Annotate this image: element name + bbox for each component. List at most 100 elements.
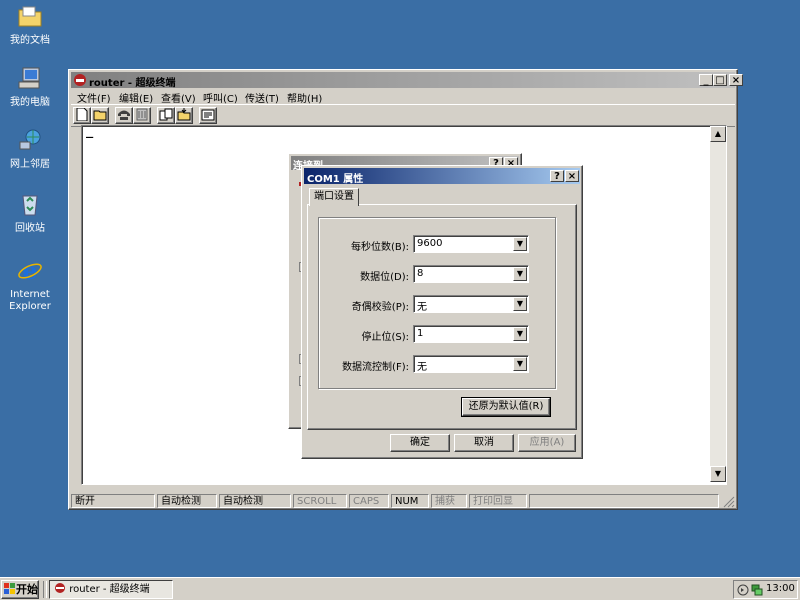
- dropdown-arrow-icon[interactable]: ▼: [513, 267, 527, 281]
- disconnect-icon: [136, 108, 148, 121]
- bits-per-second-select[interactable]: 9600 ▼: [413, 235, 529, 253]
- properties-icon: [201, 109, 215, 121]
- windows-logo-icon: [4, 583, 15, 594]
- window-title: router - 超级终端: [89, 78, 176, 89]
- status-bar: 断开 自动检测 自动检测 SCROLL CAPS NUM 捕获 打印回显: [71, 492, 735, 509]
- status-capture: 捕获: [431, 494, 467, 508]
- bits-per-second-value: 9600: [417, 238, 443, 249]
- disconnect-button[interactable]: [133, 107, 151, 124]
- resize-grip-icon[interactable]: [723, 496, 735, 508]
- minimize-button[interactable]: _: [699, 74, 713, 86]
- desktop-icon-label: Internet Explorer: [9, 289, 51, 312]
- internet-explorer-icon: e: [18, 256, 42, 285]
- call-button[interactable]: [115, 107, 133, 124]
- taskbar-task-hyperterminal[interactable]: router - 超级终端: [49, 580, 173, 599]
- send-button[interactable]: [157, 107, 175, 124]
- com1-title: COM1 属性: [307, 174, 364, 185]
- folder-icon: [18, 6, 42, 27]
- computer-icon: [18, 67, 40, 89]
- data-bits-value: 8: [417, 268, 424, 279]
- clock: 13:00: [766, 583, 795, 594]
- flow-control-value: 无: [417, 362, 427, 373]
- call-icon: [118, 110, 130, 120]
- maximize-button[interactable]: □: [713, 74, 727, 86]
- scroll-down-button[interactable]: ▼: [710, 466, 726, 482]
- menu-view[interactable]: 查看(V): [161, 90, 196, 105]
- stop-bits-value: 1: [417, 328, 424, 339]
- dropdown-arrow-icon[interactable]: ▼: [513, 237, 527, 251]
- close-button[interactable]: ×: [729, 74, 743, 86]
- open-button[interactable]: [91, 107, 109, 124]
- close-button[interactable]: ×: [565, 170, 579, 182]
- dropdown-arrow-icon[interactable]: ▼: [513, 357, 527, 371]
- phone-icon: [55, 583, 65, 593]
- settings-group: 每秒位数(B): 9600 ▼ 数据位(D): 8 ▼ 奇偶校验(P): 无 ▼ 停止…: [318, 217, 556, 389]
- desktop-icon-my-computer[interactable]: 我的电脑: [0, 66, 60, 109]
- task-label: router - 超级终端: [69, 584, 150, 595]
- new-connection-button[interactable]: [73, 107, 91, 124]
- status-empty: [529, 494, 719, 508]
- data-bits-label: 数据位(D):: [360, 272, 409, 283]
- help-button[interactable]: ?: [550, 170, 564, 182]
- desktop-icon-label: 我的电脑: [10, 97, 50, 108]
- status-autodetect-2: 自动检测: [219, 494, 291, 508]
- menu-transfer[interactable]: 传送(T): [245, 90, 279, 105]
- bits-per-second-label: 每秒位数(B):: [350, 242, 409, 253]
- window-titlebar[interactable]: router - 超级终端 _ □ ×: [71, 72, 743, 89]
- vertical-scrollbar[interactable]: ▲ ▼: [710, 126, 726, 482]
- tab-port-settings[interactable]: 端口设置: [309, 188, 359, 206]
- desktop-icon-internet-explorer[interactable]: e Internet Explorer: [0, 256, 60, 313]
- cancel-button[interactable]: 取消: [454, 434, 514, 452]
- status-num: NUM: [391, 494, 429, 508]
- open-folder-icon: [93, 110, 107, 121]
- data-bits-select[interactable]: 8 ▼: [413, 265, 529, 283]
- desktop-icon-network[interactable]: 网上邻居: [0, 128, 60, 171]
- system-tray: 13:00: [733, 580, 798, 599]
- phone-icon: [74, 74, 86, 86]
- menu-edit[interactable]: 编辑(E): [119, 90, 153, 105]
- status-autodetect-1: 自动检测: [157, 494, 217, 508]
- desktop-icon-label: 网上邻居: [10, 159, 50, 170]
- ok-button[interactable]: 确定: [390, 434, 450, 452]
- flow-control-select[interactable]: 无 ▼: [413, 355, 529, 373]
- parity-value: 无: [417, 302, 427, 313]
- terminal-cursor: _: [86, 124, 94, 138]
- dropdown-arrow-icon[interactable]: ▼: [513, 327, 527, 341]
- com1-titlebar[interactable]: COM1 属性 ? ×: [304, 168, 580, 185]
- volume-icon[interactable]: [737, 583, 749, 596]
- status-print-echo: 打印回显: [469, 494, 527, 508]
- parity-label: 奇偶校验(P):: [351, 302, 409, 313]
- desktop-icon-recycle-bin[interactable]: 回收站: [0, 192, 60, 235]
- menu-file[interactable]: 文件(F): [77, 90, 111, 105]
- desktop-icon-my-documents[interactable]: 我的文档: [0, 4, 60, 47]
- desktop-icon-label: 我的文档: [10, 35, 50, 46]
- send-icon: [159, 108, 173, 121]
- status-connection: 断开: [71, 494, 155, 508]
- menu-help[interactable]: 帮助(H): [287, 90, 322, 105]
- receive-button[interactable]: [175, 107, 193, 124]
- apply-button[interactable]: 应用(A): [518, 434, 576, 452]
- desktop-icon-label: 回收站: [15, 223, 45, 234]
- menu-bar: 文件(F) 编辑(E) 查看(V) 呼叫(C) 传送(T) 帮助(H): [71, 88, 735, 105]
- network-icon: [19, 129, 41, 150]
- taskbar-divider: [43, 581, 47, 598]
- scroll-up-button[interactable]: ▲: [710, 126, 726, 142]
- flow-control-label: 数据流控制(F):: [342, 362, 409, 373]
- properties-button[interactable]: [199, 107, 217, 124]
- dropdown-arrow-icon[interactable]: ▼: [513, 297, 527, 311]
- network-status-icon[interactable]: [751, 583, 763, 596]
- tab-panel: 每秒位数(B): 9600 ▼ 数据位(D): 8 ▼ 奇偶校验(P): 无 ▼ 停止…: [307, 204, 577, 430]
- restore-defaults-button[interactable]: 还原为默认值(R): [462, 398, 550, 416]
- taskbar: 开始 router - 超级终端 13:00: [0, 577, 800, 600]
- receive-folder-icon: [177, 108, 191, 121]
- start-label: 开始: [16, 583, 38, 596]
- status-scroll: SCROLL: [293, 494, 347, 508]
- recycle-bin-icon: [22, 195, 38, 216]
- status-caps: CAPS: [349, 494, 389, 508]
- com1-properties-dialog: COM1 属性 ? × 端口设置 每秒位数(B): 9600 ▼ 数据位(D): …: [301, 165, 583, 459]
- stop-bits-select[interactable]: 1 ▼: [413, 325, 529, 343]
- start-button[interactable]: 开始: [1, 580, 39, 599]
- parity-select[interactable]: 无 ▼: [413, 295, 529, 313]
- stop-bits-label: 停止位(S):: [361, 332, 409, 343]
- menu-call[interactable]: 呼叫(C): [203, 90, 238, 105]
